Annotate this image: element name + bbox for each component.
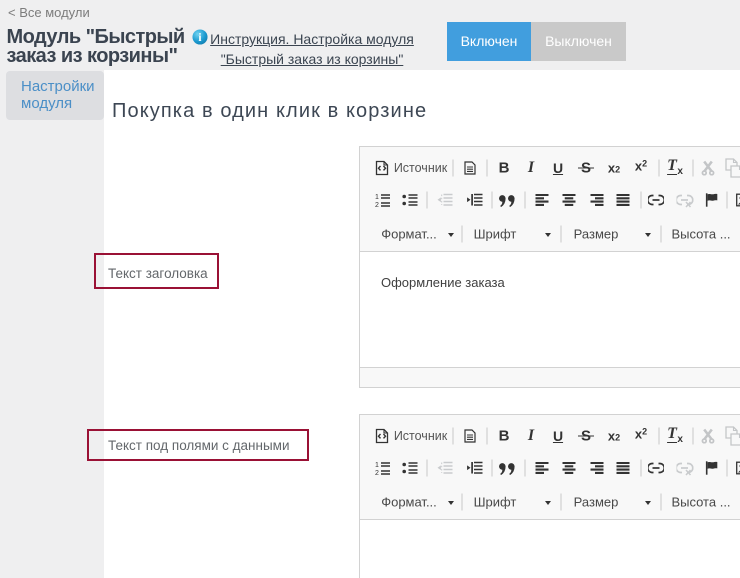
svg-text:1: 1 xyxy=(375,462,379,469)
svg-text:2: 2 xyxy=(375,470,379,476)
svg-text:2: 2 xyxy=(375,202,379,208)
svg-text:i: i xyxy=(198,32,201,44)
svg-text:1: 1 xyxy=(375,194,379,201)
